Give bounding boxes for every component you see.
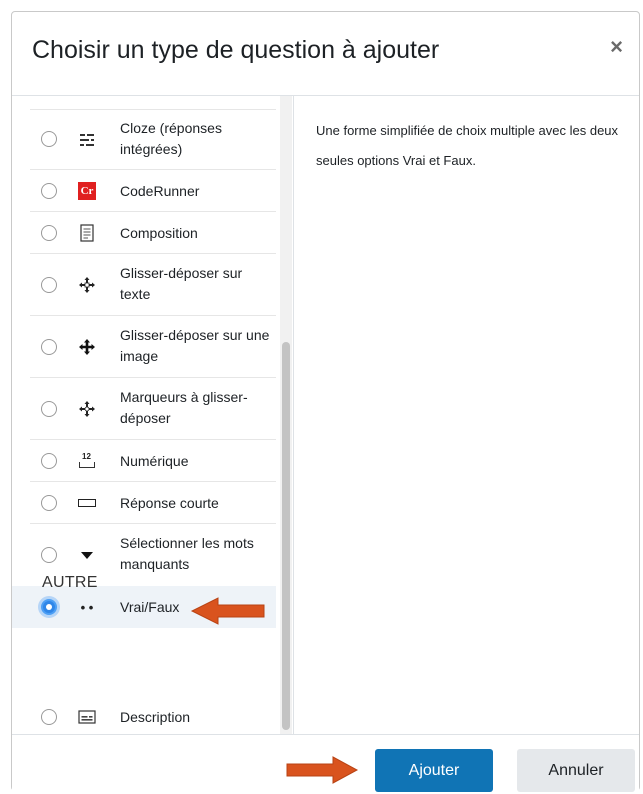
annotation-arrow-right-icon <box>286 756 359 784</box>
option-composition[interactable]: Composition <box>12 212 276 254</box>
option-drag-markers[interactable]: Marqueurs à glisser-déposer <box>12 378 276 440</box>
option-short-answer[interactable]: Réponse courte <box>12 482 276 524</box>
radio-drag-text[interactable] <box>41 277 57 293</box>
annotation-arrow-left-icon <box>190 597 265 625</box>
option-label: Glisser-déposer sur une image <box>120 327 270 364</box>
option-drag-text[interactable]: Glisser-déposer sur texte <box>12 254 276 316</box>
numerical-glyph: 12 <box>78 452 96 470</box>
short-answer-icon <box>77 493 97 513</box>
radio-cloze[interactable] <box>41 131 57 147</box>
drag-markers-icon <box>77 399 97 419</box>
radio-coderunner[interactable] <box>41 183 57 199</box>
dialog-header: Choisir un type de question à ajouter × <box>12 12 639 96</box>
option-label: Numérique <box>120 453 189 469</box>
question-type-dialog: Choisir un type de question à ajouter × … <box>11 11 640 792</box>
dialog-title: Choisir un type de question à ajouter <box>32 36 440 64</box>
radio-numerical[interactable] <box>41 453 57 469</box>
drag-image-icon <box>77 337 97 357</box>
option-description[interactable]: Description <box>12 696 276 738</box>
option-label: Marqueurs à glisser-déposer <box>120 389 248 426</box>
select-missing-words-icon <box>77 545 97 565</box>
list-item-partial <box>30 96 276 110</box>
coderunner-icon: Cr <box>77 181 97 201</box>
cancel-button[interactable]: Annuler <box>517 749 635 792</box>
add-button[interactable]: Ajouter <box>375 749 493 792</box>
close-icon[interactable]: × <box>610 34 623 60</box>
option-label: Sélectionner les mots manquants <box>120 535 254 572</box>
radio-description[interactable] <box>41 709 57 725</box>
option-label: Cloze (réponses intégrées) <box>120 120 222 157</box>
list-scrollbar-thumb[interactable] <box>282 342 290 730</box>
drag-text-icon <box>77 275 97 295</box>
radio-select-missing-words[interactable] <box>41 547 57 563</box>
cloze-icon <box>77 130 97 150</box>
numerical-glyph-text: 12 <box>82 452 91 461</box>
short-answer-box <box>78 499 96 507</box>
coderunner-badge: Cr <box>78 182 96 200</box>
option-coderunner[interactable]: Cr CodeRunner <box>12 170 276 212</box>
option-label: Description <box>120 709 191 725</box>
option-cloze[interactable]: Cloze (réponses intégrées) <box>12 110 276 170</box>
question-type-list[interactable]: Cloze (réponses intégrées) Cr CodeRunner… <box>12 96 294 740</box>
option-label: Réponse courte <box>120 495 219 511</box>
radio-composition[interactable] <box>41 225 57 241</box>
section-heading-other: AUTRE <box>42 574 98 591</box>
radio-drag-markers[interactable] <box>41 401 57 417</box>
numerical-box <box>79 462 95 468</box>
description-icon <box>77 707 97 727</box>
option-label: Composition <box>120 225 198 241</box>
radio-drag-image[interactable] <box>41 339 57 355</box>
option-label: Glisser-déposer sur texte <box>120 265 243 302</box>
composition-icon <box>77 223 97 243</box>
option-numerical[interactable]: 12 Numérique <box>12 440 276 482</box>
true-false-icon: • • <box>80 599 94 615</box>
option-drag-image[interactable]: Glisser-déposer sur une image <box>12 316 276 378</box>
numerical-icon: 12 <box>77 451 97 471</box>
question-type-description: Une forme simplifiée de choix multiple a… <box>316 123 619 168</box>
radio-short-answer[interactable] <box>41 495 57 511</box>
option-label: CodeRunner <box>120 183 200 199</box>
radio-true-false[interactable] <box>41 599 57 615</box>
